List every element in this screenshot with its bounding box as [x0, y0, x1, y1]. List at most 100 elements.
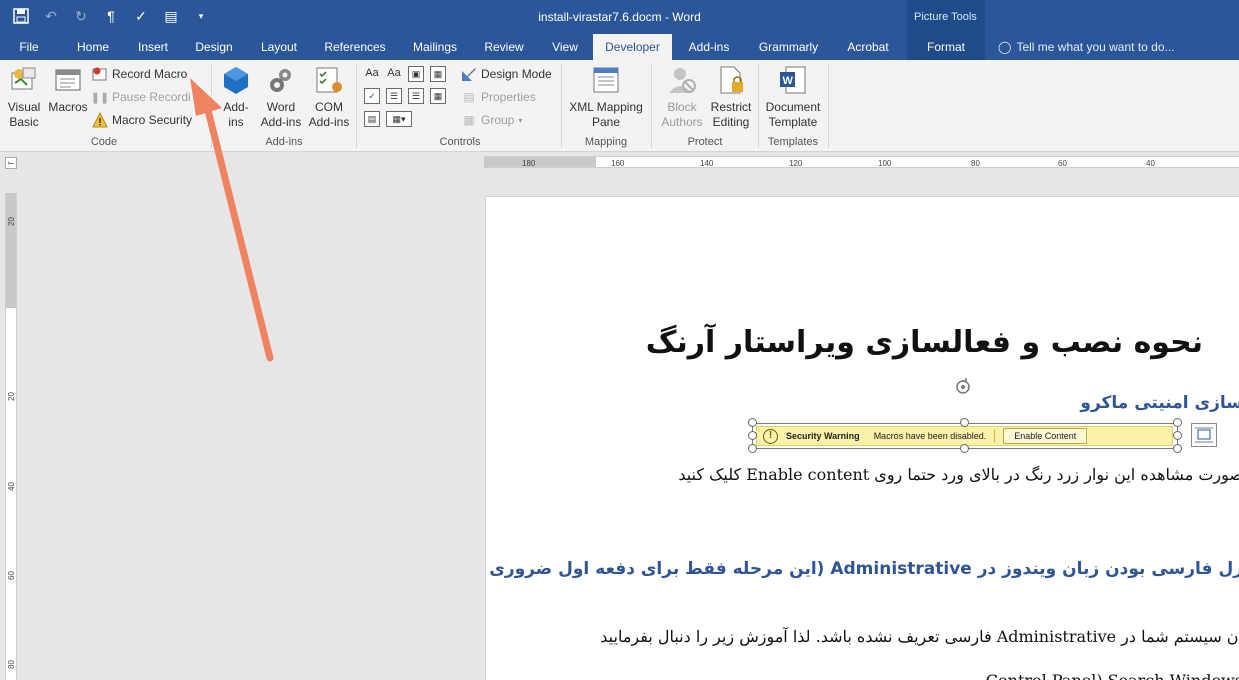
separator: [211, 64, 212, 148]
legacy-tools-icon[interactable]: ▦▾: [386, 111, 412, 127]
ruler-tick: 100: [878, 159, 892, 168]
plain-text-control-icon[interactable]: Aa: [386, 66, 402, 82]
repeating-section-control-icon[interactable]: ▤: [364, 111, 380, 127]
resize-handle[interactable]: [748, 431, 757, 440]
paragraph-administrative[interactable]: ان سیستم شما در Administrative فارسی تعر…: [600, 627, 1239, 646]
record-macro-button[interactable]: Record Macro: [92, 64, 187, 84]
xml-mapping-label-1: XML Mapping: [569, 100, 643, 114]
security-warning-title: Security Warning: [786, 431, 860, 441]
macros-icon: [52, 64, 84, 96]
building-block-control-icon[interactable]: ▦: [430, 66, 446, 82]
tab-review[interactable]: Review: [478, 34, 530, 60]
picture-tools-context: Picture Tools: [907, 0, 985, 34]
tab-add-ins[interactable]: Add-ins: [680, 34, 738, 60]
restrict-editing-button[interactable]: Restrict Editing: [708, 64, 754, 130]
document-template-button[interactable]: W Document Template: [762, 64, 824, 130]
tell-me-box[interactable]: ◯ Tell me what you want to do...: [998, 34, 1175, 60]
resize-handle[interactable]: [748, 418, 757, 427]
section-heading-language[interactable]: رل فارسی بودن زبان ویندوز در Administrat…: [489, 559, 1239, 579]
ruler-tick: 60: [7, 571, 16, 580]
com-add-ins-label-1: COM: [315, 100, 343, 114]
resize-handle[interactable]: [1173, 418, 1182, 427]
tab-insert[interactable]: Insert: [130, 34, 176, 60]
separator: [651, 64, 652, 148]
tab-home[interactable]: Home: [70, 34, 116, 60]
tab-mailings[interactable]: Mailings: [404, 34, 466, 60]
visual-basic-button[interactable]: Visual Basic: [4, 64, 44, 130]
document-template-label-2: Template: [768, 115, 818, 129]
tab-developer[interactable]: Developer: [593, 34, 672, 60]
ruler-tick: 120: [789, 159, 803, 168]
add-ins-button[interactable]: Add- ins: [216, 64, 256, 130]
ruler-tick: 80: [7, 660, 16, 669]
picture-control-icon[interactable]: ▣: [408, 66, 424, 82]
properties-button[interactable]: ▤ Properties: [461, 87, 536, 107]
resize-handle[interactable]: [748, 444, 757, 453]
properties-icon: ▤: [463, 90, 475, 104]
pause-recording-label: Pause Recordi: [112, 90, 191, 104]
pause-icon: ❚❚: [92, 91, 110, 104]
combo-box-control-icon[interactable]: ☰: [386, 88, 402, 104]
paragraph-control-panel[interactable]: Control Panel) Search Windows: [986, 671, 1239, 680]
ruler-tick: 160: [611, 159, 625, 168]
resize-handle[interactable]: [1173, 444, 1182, 453]
block-authors-label-2: Authors: [661, 115, 703, 129]
group-label: Group: [481, 113, 515, 127]
document-heading[interactable]: نحوه نصب و فعالسازی ویراستار آرنگ: [646, 325, 1203, 360]
rotate-handle-icon[interactable]: [954, 378, 972, 396]
group-button[interactable]: ▦ Group ▾: [461, 110, 522, 130]
tab-references[interactable]: References: [319, 34, 391, 60]
dropdown-list-control-icon[interactable]: ☰: [408, 88, 424, 104]
macros-button[interactable]: Macros: [46, 64, 90, 115]
vertical-ruler[interactable]: 20 20 40 60 80: [5, 193, 17, 680]
design-mode-button[interactable]: Design Mode: [461, 64, 552, 84]
tab-format[interactable]: Format: [907, 34, 985, 60]
title-bar: ↶ ↻ ¶ ✓ ▤ ▾ install-virastar7.6.docm - W…: [0, 0, 1239, 34]
tab-view[interactable]: View: [543, 34, 587, 60]
resize-handle[interactable]: [960, 444, 969, 453]
tab-layout[interactable]: Layout: [254, 34, 304, 60]
tab-acrobat[interactable]: Acrobat: [838, 34, 898, 60]
date-picker-control-icon[interactable]: ▦: [430, 88, 446, 104]
tab-design[interactable]: Design: [189, 34, 239, 60]
block-authors-button[interactable]: Block Authors: [656, 64, 708, 130]
visual-basic-icon: [8, 64, 40, 96]
ruler-tick: 20: [7, 217, 16, 226]
section-heading-macro-security[interactable]: سازی امنیتی ماکرو: [1080, 393, 1239, 413]
user-block-icon: [666, 64, 698, 96]
xml-mapping-label-2: Pane: [591, 115, 621, 129]
properties-label: Properties: [481, 90, 536, 104]
ruler-tick: 40: [1146, 159, 1155, 168]
warning-icon: [92, 112, 108, 128]
resize-handle[interactable]: [960, 418, 969, 427]
svg-text:W: W: [783, 75, 794, 87]
word-add-ins-label-1: Word: [266, 100, 296, 114]
resize-handle[interactable]: [1173, 431, 1182, 440]
chevron-down-icon: ▾: [518, 115, 523, 125]
macro-security-button[interactable]: Macro Security: [92, 110, 192, 130]
ruler-margin: [6, 193, 16, 308]
com-add-ins-button[interactable]: COM Add-ins: [306, 64, 352, 130]
enable-content-button: Enable Content: [1003, 428, 1088, 444]
separator: [994, 429, 996, 443]
tab-grammarly[interactable]: Grammarly: [750, 34, 827, 60]
restrict-editing-label-1: Restrict: [710, 100, 752, 114]
security-warning-message: Macros have been disabled.: [873, 431, 987, 441]
checkbox-control-icon[interactable]: ✓: [364, 88, 380, 104]
lightbulb-icon: ◯: [998, 40, 1012, 54]
xml-mapping-pane-button[interactable]: XML Mapping Pane: [565, 64, 647, 130]
pause-recording-button[interactable]: ❚❚ Pause Recordi: [92, 87, 198, 107]
add-ins-label-1: Add-: [223, 100, 249, 114]
word-add-ins-button[interactable]: Word Add-ins: [258, 64, 304, 130]
design-mode-icon: [461, 66, 477, 82]
horizontal-ruler[interactable]: 180 160 140 120 100 80 60 40: [484, 156, 1239, 168]
layout-options-icon[interactable]: [1191, 423, 1217, 447]
paragraph-enable-content[interactable]: صورت مشاهده این نوار زرد رنگ در بالای ور…: [678, 465, 1239, 484]
ruler-tick: 80: [971, 159, 980, 168]
document-page[interactable]: نحوه نصب و فعالسازی ویراستار آرنگ سازی ا…: [485, 196, 1239, 680]
tab-selector[interactable]: ⌙: [5, 157, 17, 169]
ribbon-developer: Visual Basic Macros Record Macro ❚❚ Paus…: [0, 60, 1239, 152]
shield-warning-icon: !: [763, 428, 778, 444]
rich-text-control-icon[interactable]: Aa: [364, 66, 380, 82]
tab-file[interactable]: File: [8, 34, 50, 60]
